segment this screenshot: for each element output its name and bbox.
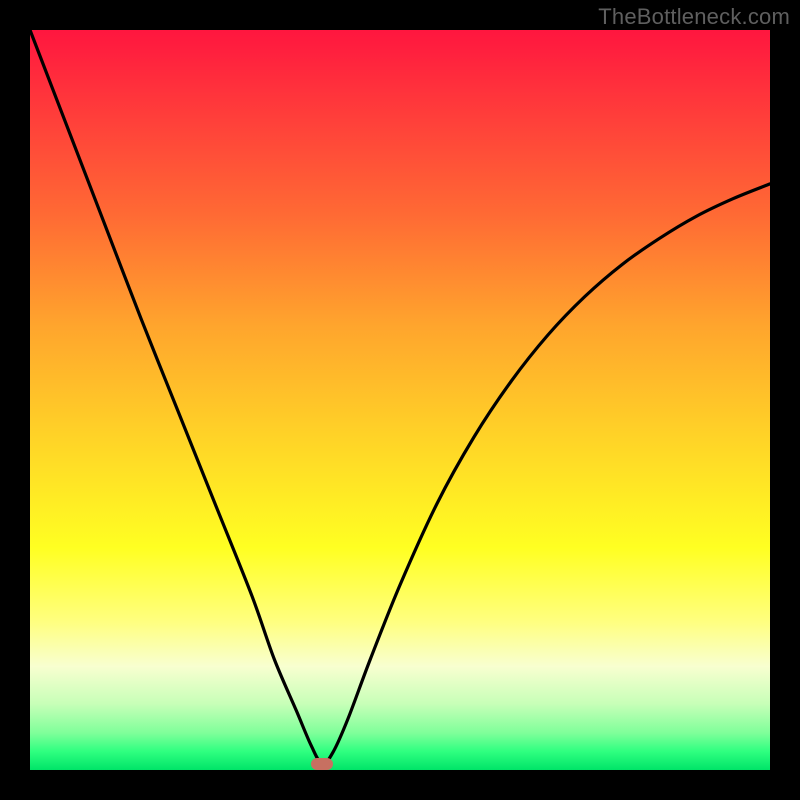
watermark-label: TheBottleneck.com [598, 4, 790, 30]
minimum-marker [311, 758, 333, 770]
bottleneck-curve-path [30, 30, 770, 764]
bottleneck-curve-svg [30, 30, 770, 770]
